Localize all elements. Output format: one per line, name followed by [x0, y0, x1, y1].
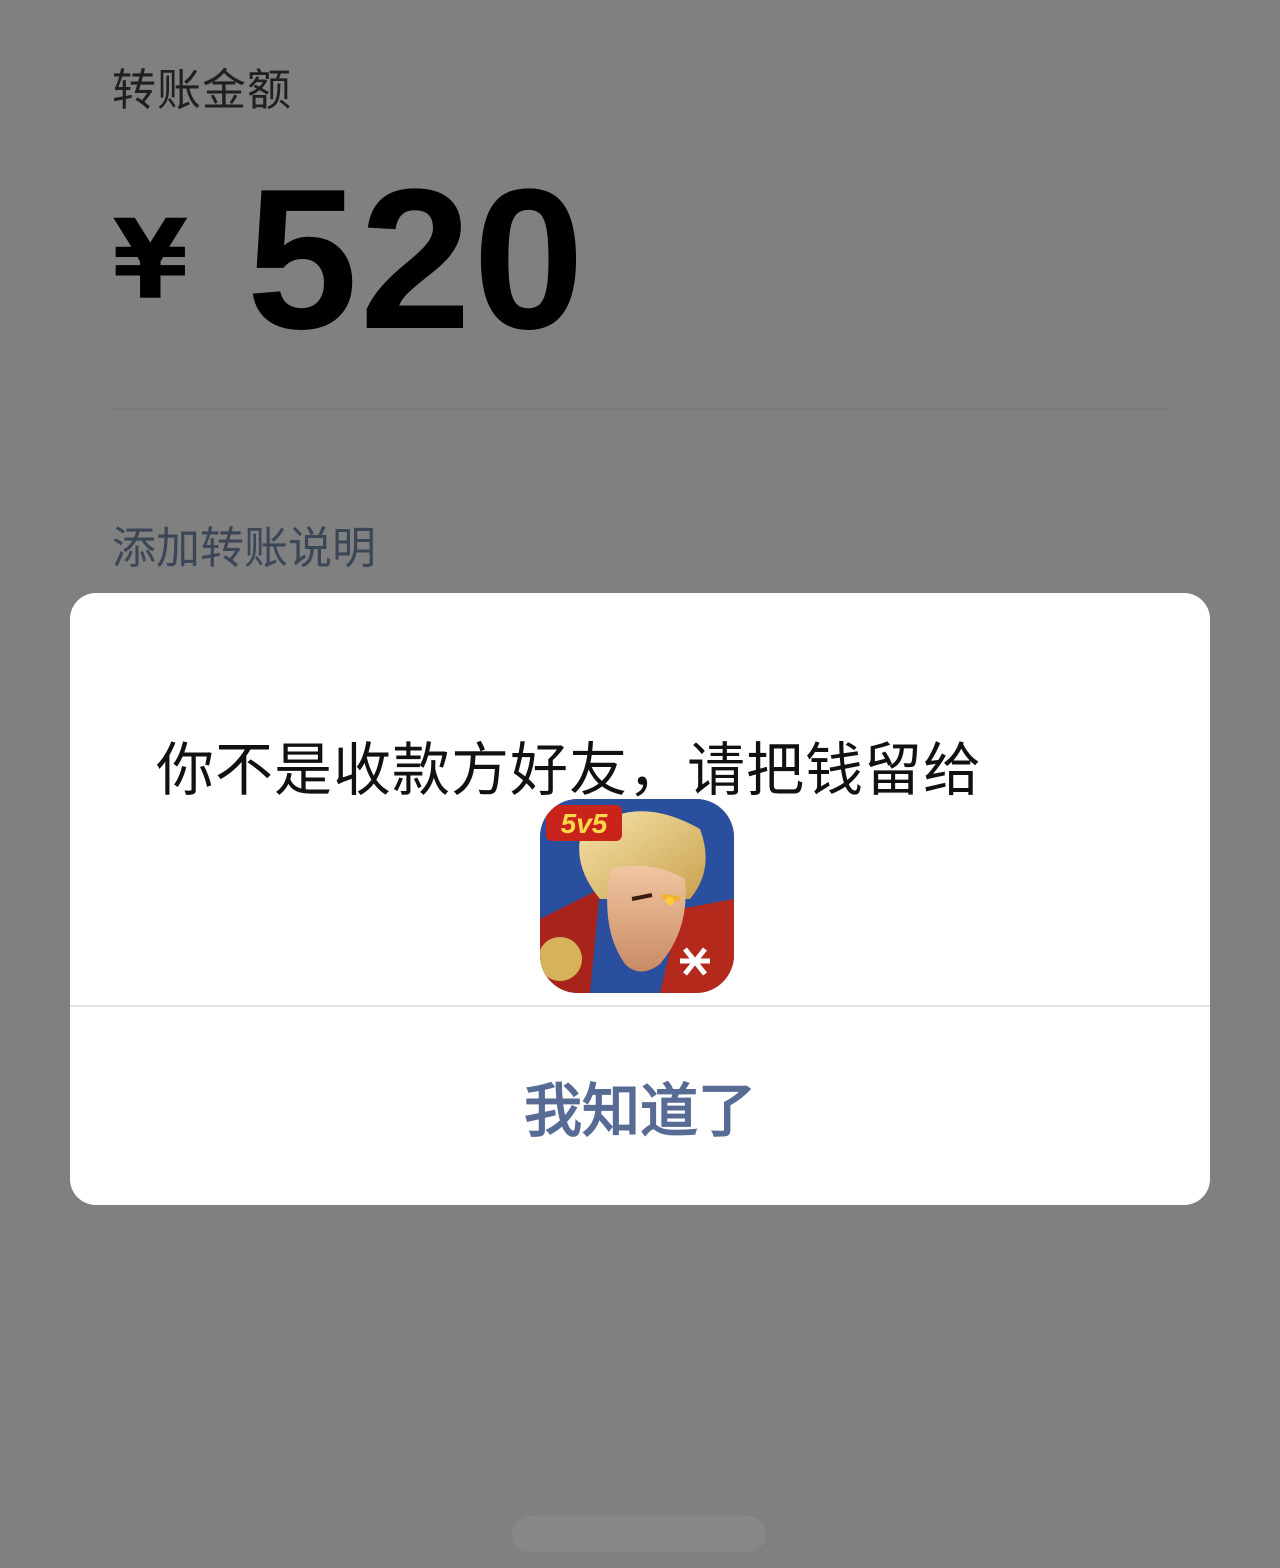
add-remark-link[interactable]: 添加转账说明 — [112, 512, 376, 576]
currency-symbol: ¥ — [112, 196, 189, 324]
dialog-message: 你不是收款方好友，请把钱留给 — [156, 736, 983, 804]
amount-value: 520 — [246, 148, 587, 371]
game-app-icon-art: 5v5 — [540, 799, 734, 993]
alert-dialog: 你不是收款方好友，请把钱留给 5v5 我知道了 — [70, 593, 1210, 1205]
amount-display: ¥ 520 — [112, 160, 586, 360]
amount-divider — [112, 408, 1168, 410]
amount-label: 转账金额 — [112, 65, 292, 116]
game-app-icon: 5v5 — [540, 799, 734, 993]
transfer-page: 转账金额 ¥ 520 添加转账说明 你不是收款方好友，请把钱留给 5v5 我知道… — [0, 0, 1280, 1568]
watermark — [512, 1516, 766, 1552]
confirm-button[interactable]: 我知道了 — [70, 1007, 1210, 1205]
icon-badge-text: 5v5 — [561, 808, 608, 839]
